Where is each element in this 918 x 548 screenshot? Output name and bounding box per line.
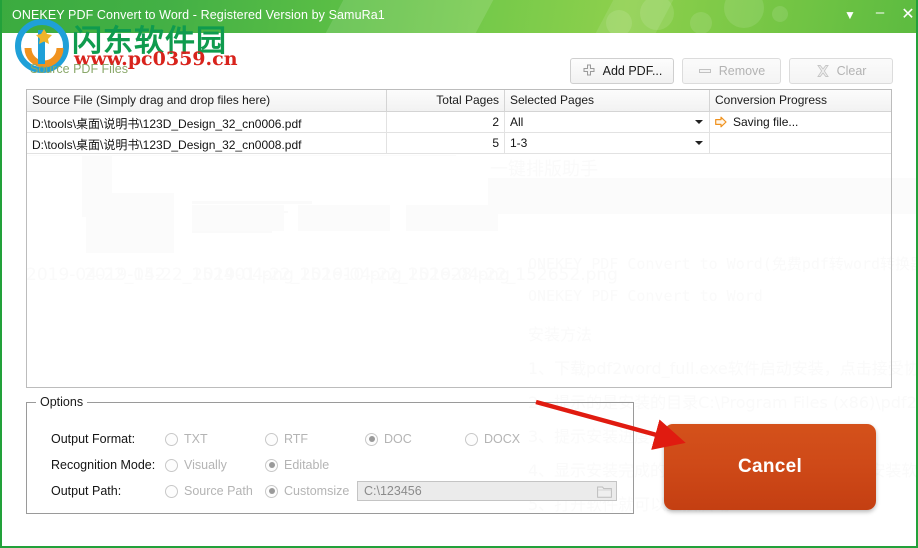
cell-selected-pages[interactable]: All xyxy=(505,112,710,132)
table-row[interactable]: D:\tools\桌面\说明书\123D_Design_32_cn0006.pd… xyxy=(27,112,891,133)
options-group: Output Format: TXT RTF DOC DOCX Recognit… xyxy=(26,402,634,514)
column-header-conversion-progress[interactable]: Conversion Progress xyxy=(710,90,891,111)
radio-dot xyxy=(265,484,278,498)
radio-dot xyxy=(465,432,478,446)
radio-label: DOC xyxy=(384,432,412,446)
add-pdf-label: Add PDF... xyxy=(602,64,663,78)
clear-x-icon xyxy=(816,65,829,77)
radio-label: Customsize xyxy=(284,484,350,498)
titlebar-bubble xyxy=(724,0,764,28)
radio-format-rtf[interactable]: RTF xyxy=(265,432,365,446)
titlebar-bubble xyxy=(772,6,788,22)
folder-browse-icon[interactable] xyxy=(597,485,612,498)
radio-dot xyxy=(165,484,178,498)
titlebar-bubble xyxy=(640,0,674,30)
minimize-icon: – xyxy=(875,4,885,21)
cell-selected-pages[interactable]: 1-3 xyxy=(505,133,710,153)
output-path-row: Output Path: Source Path Customsize C:\1… xyxy=(51,481,617,501)
progress-text: Saving file... xyxy=(733,115,799,129)
remove-label: Remove xyxy=(718,64,766,78)
radio-format-docx[interactable]: DOCX xyxy=(465,432,565,446)
radio-dot xyxy=(165,458,178,472)
radio-label: Source Path xyxy=(184,484,253,498)
minimize-button[interactable]: – xyxy=(866,0,894,30)
radio-dot xyxy=(165,432,178,446)
output-path-label: Output Path: xyxy=(51,484,122,498)
column-header-total-pages[interactable]: Total Pages xyxy=(387,90,505,111)
radio-label: Editable xyxy=(284,458,330,472)
selected-pages-value: All xyxy=(510,115,524,129)
recognition-mode-row: Recognition Mode: Visually Editable xyxy=(51,455,365,475)
source-pdf-files-label: Source PDF Files xyxy=(30,62,128,76)
titlebar-bubble xyxy=(606,10,632,33)
selected-pages-value: 1-3 xyxy=(510,136,528,150)
column-header-source-file[interactable]: Source File (Simply drag and drop files … xyxy=(27,90,387,111)
table-row[interactable]: D:\tools\桌面\说明书\123D_Design_32_cn0008.pd… xyxy=(27,133,891,154)
cell-source-file: D:\tools\桌面\说明书\123D_Design_32_cn0006.pd… xyxy=(27,112,387,132)
radio-format-txt[interactable]: TXT xyxy=(165,432,265,446)
options-legend: Options xyxy=(36,395,88,409)
plus-icon xyxy=(583,64,595,76)
remove-button[interactable]: Remove xyxy=(682,58,781,84)
output-path-value: C:\123456 xyxy=(364,484,422,498)
recognition-mode-label: Recognition Mode: xyxy=(51,458,156,472)
cell-source-file: D:\tools\桌面\说明书\123D_Design_32_cn0008.pd… xyxy=(27,133,387,153)
radio-dot xyxy=(265,432,278,446)
cancel-label: Cancel xyxy=(737,456,803,477)
chevron-down-icon[interactable] xyxy=(695,120,703,124)
clear-label: Clear xyxy=(836,64,867,78)
radio-mode-visually[interactable]: Visually xyxy=(165,458,265,472)
add-pdf-button[interactable]: Add PDF... xyxy=(570,58,674,84)
radio-label: DOCX xyxy=(484,432,521,446)
radio-label: Visually xyxy=(184,458,227,472)
minus-icon xyxy=(698,69,711,73)
cell-total-pages: 5 xyxy=(387,133,505,153)
radio-path-customsize[interactable]: Customsize xyxy=(265,484,357,498)
close-button[interactable]: ✕ xyxy=(894,0,916,30)
expand-button[interactable]: ▼ xyxy=(836,0,864,30)
progress-arrow-icon xyxy=(715,116,727,128)
radio-mode-editable[interactable]: Editable xyxy=(265,458,365,472)
column-header-selected-pages[interactable]: Selected Pages xyxy=(505,90,710,111)
radio-dot xyxy=(365,432,378,446)
radio-label: RTF xyxy=(284,432,309,446)
chevron-down-icon[interactable] xyxy=(695,141,703,145)
application-window: 2019-04-22_152 2019-04-22_152401.png 201… xyxy=(0,0,918,548)
radio-path-source[interactable]: Source Path xyxy=(165,484,265,498)
clear-button[interactable]: Clear xyxy=(789,58,893,84)
radio-label: TXT xyxy=(184,432,208,446)
title-bar: ONEKEY PDF Convert to Word - Registered … xyxy=(2,0,916,33)
file-list-header: Source File (Simply drag and drop files … xyxy=(27,90,891,112)
cell-conversion-progress xyxy=(710,133,891,153)
chevron-down-icon: ▼ xyxy=(844,8,856,22)
radio-dot xyxy=(265,458,278,472)
close-icon: ✕ xyxy=(901,6,915,23)
cell-total-pages: 2 xyxy=(387,112,505,132)
titlebar-bubble xyxy=(690,12,712,33)
window-title: ONEKEY PDF Convert to Word - Registered … xyxy=(12,8,385,22)
source-file-list[interactable]: Source File (Simply drag and drop files … xyxy=(26,89,892,388)
output-path-input[interactable]: C:\123456 xyxy=(357,481,617,501)
output-format-label: Output Format: xyxy=(51,432,136,446)
output-format-row: Output Format: TXT RTF DOC DOCX xyxy=(51,429,565,449)
cell-conversion-progress: Saving file... xyxy=(710,112,891,132)
cancel-button[interactable]: Cancel xyxy=(664,424,876,510)
radio-format-doc[interactable]: DOC xyxy=(365,432,465,446)
